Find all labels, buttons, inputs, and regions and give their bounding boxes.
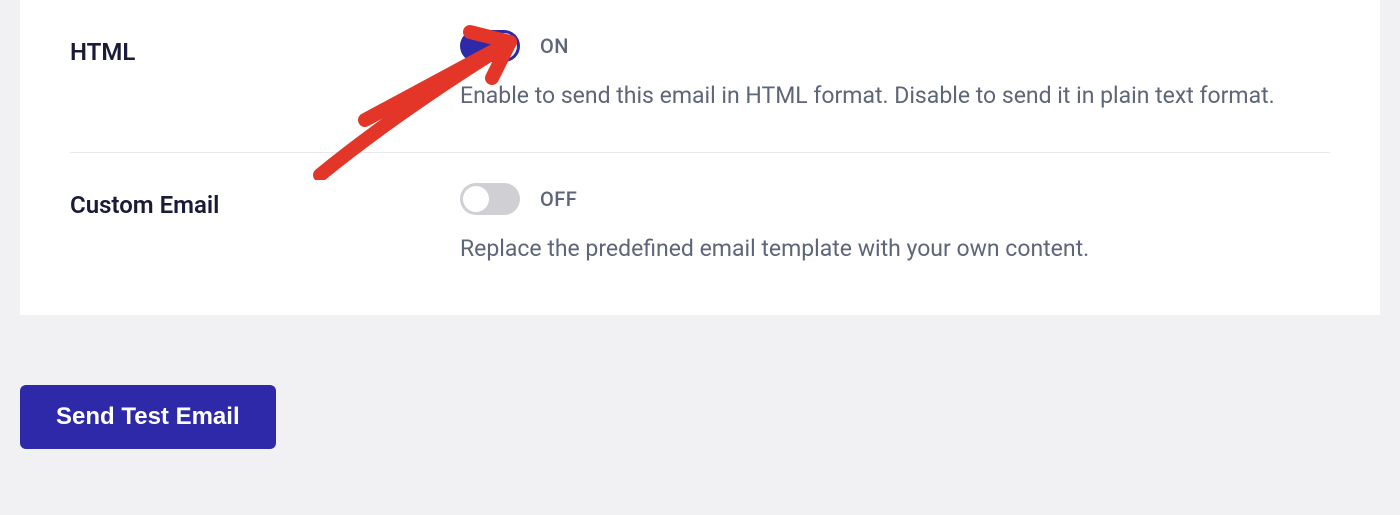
setting-control-column: OFF Replace the predefined email templat… [460, 183, 1330, 265]
toggle-row: OFF [460, 183, 1330, 215]
setting-label-column: Custom Email [70, 183, 460, 219]
setting-html-label: HTML [70, 38, 135, 66]
custom-email-toggle-state: OFF [540, 187, 577, 211]
setting-label-column: HTML [70, 30, 460, 66]
setting-row-html: HTML ON Enable to send this email in HTM… [70, 0, 1330, 153]
html-description: Enable to send this email in HTML format… [460, 80, 1330, 112]
toggle-knob [463, 186, 489, 212]
send-test-email-button[interactable]: Send Test Email [20, 385, 276, 449]
setting-custom-email-label: Custom Email [70, 191, 219, 219]
setting-control-column: ON Enable to send this email in HTML for… [460, 30, 1330, 112]
setting-row-custom-email: Custom Email OFF Replace the predefined … [70, 153, 1330, 315]
settings-panel: HTML ON Enable to send this email in HTM… [20, 0, 1380, 315]
toggle-row: ON [460, 30, 1330, 62]
page-footer: Send Test Email [0, 315, 1400, 449]
custom-email-description: Replace the predefined email template wi… [460, 233, 1330, 265]
html-toggle[interactable] [460, 30, 520, 62]
toggle-knob [491, 33, 517, 59]
custom-email-toggle[interactable] [460, 183, 520, 215]
html-toggle-state: ON [540, 34, 569, 58]
